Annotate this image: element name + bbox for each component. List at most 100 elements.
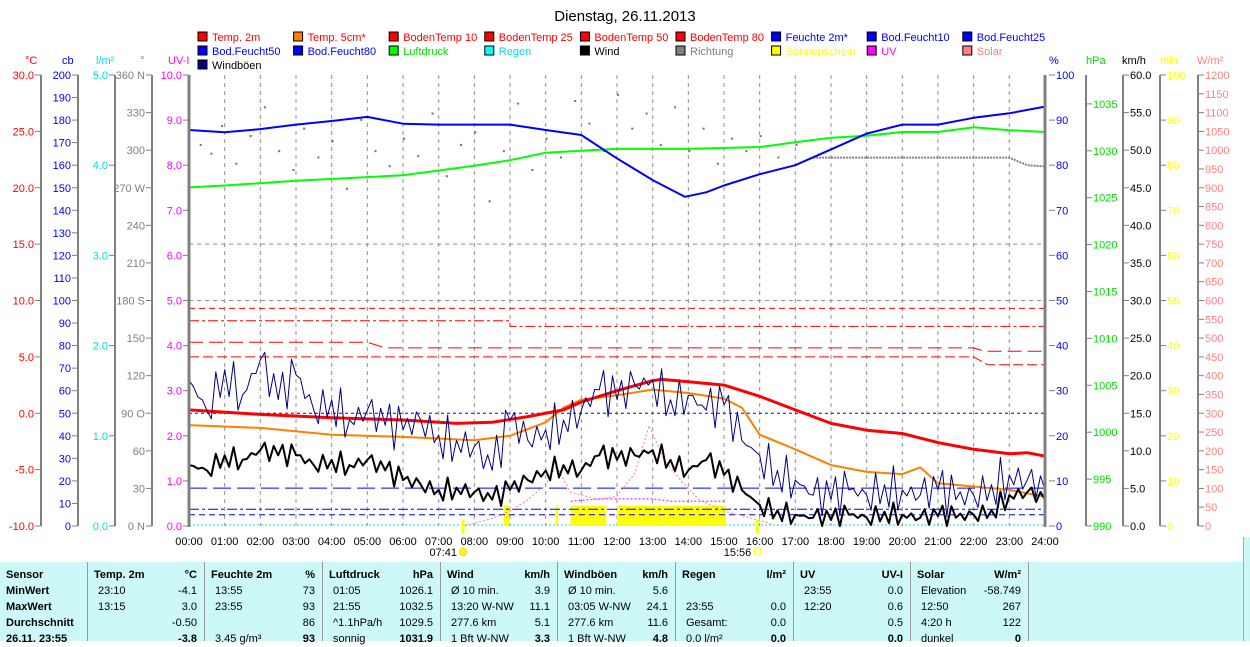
axis-tick-label: 8.0 (167, 160, 182, 172)
axis-tick-label: 3.0 (167, 386, 182, 398)
table-column: Regen l/m² 23:55 0.0 Gesamt: 0.0 0.0 l/m² 0.0 (676, 562, 794, 645)
direction-dot (777, 156, 780, 159)
axis-tick-label: 90 O (121, 408, 145, 420)
table-column: Solar W/m² Elevation -58.749 12:50 267 4:20 h1… (911, 562, 1029, 645)
moon-icon (753, 547, 761, 555)
axis-unit: % (1049, 55, 1059, 67)
legend-label: Regen (499, 46, 531, 58)
axis-tick-label: 50.0 (1130, 145, 1151, 157)
axis-tick-label: 800 (1205, 220, 1223, 232)
cell-value: 3.9 (534, 585, 550, 597)
axis-tick-label: 950 (1205, 164, 1223, 176)
axis-tick-label: 0.0 (167, 521, 182, 533)
axis-tick-label: 40 (1056, 341, 1068, 353)
direction-dot (545, 137, 548, 140)
axis-cb: cb 0 10 20 30 40 50 60 70 80 90 100 110 120 130 140 150 1… (53, 55, 79, 533)
axis-tick-label: 10 (59, 498, 71, 510)
legend-item: Bod.Feucht50 (197, 45, 281, 58)
axis-tick-label: 550 (1205, 314, 1223, 326)
column-unit: l/m² (766, 569, 786, 581)
axis-tick-label: 1000 (1093, 427, 1117, 439)
axis-tick-label: 200 (53, 70, 71, 82)
axis-tick-label: 100 (53, 296, 71, 308)
direction-dot (759, 135, 762, 138)
axis-tick-label: 55.0 (1130, 108, 1151, 120)
column-unit: km/h (642, 569, 668, 581)
legend-label: Windböen (212, 60, 262, 72)
legend-item: Bod.Feucht80 (293, 45, 376, 58)
direction-dot (331, 140, 334, 143)
cell-value: -0.50 (171, 617, 197, 629)
cell-value: 5.1 (534, 617, 550, 629)
axis-tick-label: 1005 (1093, 380, 1117, 392)
axis-tick-label: 10 (1167, 476, 1179, 488)
axis-tick-label: 7.0 (167, 205, 182, 217)
axis-tick-label: 5.0 (93, 70, 108, 82)
sunshine-bar (617, 505, 667, 526)
axis-tick-label: 0 N (128, 521, 145, 533)
legend-label: Sonnenschein (786, 46, 856, 58)
x-tick-label: 14:00 (675, 536, 703, 548)
direction-dot (317, 156, 320, 159)
axis-tick-label: 45.0 (1130, 183, 1151, 195)
direction-dot (474, 131, 477, 134)
direction-dot (716, 162, 719, 165)
axis-tick-label: 270 W (113, 183, 145, 195)
x-tick-label: 11:00 (568, 536, 595, 548)
table-column: UV UV-I 23:55 0.0 12:20 0.6 0.5 0.0 (794, 562, 911, 645)
axis-tick-label: 1.0 (167, 476, 182, 488)
legend-label: Luftdruck (403, 46, 449, 58)
direction-dot (745, 150, 748, 153)
x-tick-label: 01:00 (211, 536, 239, 548)
axis-unit: hPa (1086, 55, 1106, 67)
legend-item: UV (866, 45, 897, 58)
scrollbar[interactable] (1243, 537, 1250, 641)
axis-tick-label: 30 (1056, 386, 1068, 398)
column-unit: % (305, 569, 315, 581)
sunshine-bar (666, 505, 726, 526)
axis-tick-label: 9.0 (167, 115, 182, 127)
axis-tick-label: 150 (1205, 465, 1223, 477)
sunshine-bar (570, 505, 607, 526)
legend-label: Wind (594, 46, 619, 58)
sunrise-label: 07:41 (429, 547, 457, 559)
cell-value: 5.6 (652, 585, 668, 597)
legend-swatch (197, 45, 208, 56)
axis-tick-label: 200 (1205, 446, 1223, 458)
axis-tick-label: 5.0 (1130, 483, 1145, 495)
axis-tick-label: 100 (1167, 70, 1185, 82)
x-tick-label: 24:00 (1031, 536, 1059, 548)
axis-tick-label: 20.0 (1130, 371, 1151, 383)
cell-value: 267 (1002, 601, 1021, 613)
legend-item: Bod.Feucht25 (962, 31, 1045, 44)
direction-dot (795, 143, 798, 146)
axis-tick-label: 4.0 (167, 341, 182, 353)
direction-dot (235, 162, 238, 165)
axis-tick-label: 180 S (116, 296, 145, 308)
axis-tick-label: 1100 (1205, 108, 1229, 120)
axis-tick-label: 160 (53, 160, 71, 172)
axis-tick-label: 130 (53, 228, 71, 240)
direction-dot (645, 112, 648, 115)
x-tick-label: 23:00 (996, 536, 1024, 548)
axis-tick-label: 240 (127, 220, 145, 232)
axis-solar: W/m² 0 50 100 150 200 250 300 350 400 450 500 550 600… (1197, 55, 1229, 533)
legend-swatch (293, 31, 304, 42)
axis-tick-label: 995 (1093, 474, 1111, 486)
axis-tick-label: 20 (1056, 431, 1068, 443)
axis-tick-label: 80 (59, 341, 71, 353)
axis-tick-label: 60.0 (1130, 70, 1151, 82)
axis-unit: UV-I (168, 55, 189, 67)
cell-value: 3.0 (181, 601, 197, 613)
legend-swatch (962, 31, 973, 42)
direction-dot (431, 112, 434, 115)
axis-tick-label: 30.0 (1130, 296, 1151, 308)
axis-tick-label: 30 (59, 453, 71, 465)
x-tick-label: 03:00 (282, 536, 310, 548)
axis-tick-label: 250 (1205, 427, 1223, 439)
legend-item: BodenTemp 25 (484, 31, 573, 44)
direction-dot (702, 127, 705, 130)
axis-tick-label: 0.0 (19, 408, 34, 420)
axis-tick-label: 1030 (1093, 146, 1117, 158)
cell-value: 0.5 (887, 617, 903, 629)
